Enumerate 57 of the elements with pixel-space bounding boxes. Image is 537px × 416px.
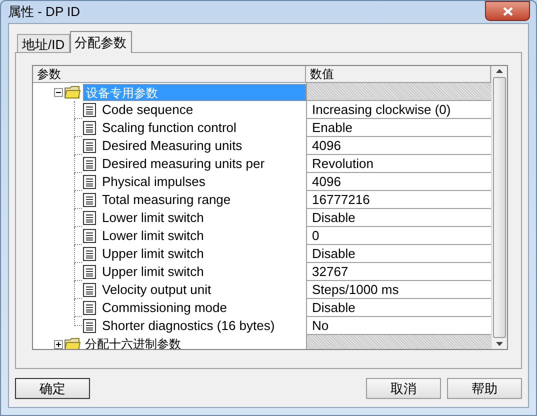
parameter-label: Physical impulses [102,173,206,192]
value-cell[interactable]: Disable [306,209,491,227]
parameter-label: Scaling function control [102,119,236,138]
document-icon [83,319,96,333]
column-header[interactable]: 数值 [306,66,491,83]
expand-toggle[interactable] [54,340,63,348]
parameter-label: Lower limit switch [102,227,204,246]
parameter-label: Commissioning mode [102,299,227,318]
value-cell[interactable]: Disable [306,299,491,317]
value-cell[interactable]: Revolution [306,155,491,173]
parameter-label: Upper limit switch [102,263,204,282]
close-icon [502,6,512,16]
value-cell[interactable]: Steps/1000 ms [306,281,491,299]
value-cell[interactable]: 0 [306,227,491,245]
scrollbar[interactable] [491,66,507,349]
folder-icon [64,85,81,99]
folder-icon [64,337,81,349]
column-header[interactable]: 参数 [33,66,306,83]
document-icon [83,301,96,315]
close-button[interactable] [485,1,530,21]
document-icon [83,121,96,135]
document-icon [83,157,96,171]
dialog-button[interactable]: 确定 [15,378,90,398]
value-cell[interactable]: 4096 [306,173,491,191]
parameter-label: Lower limit switch [102,209,204,228]
parameter-label: Code sequence [102,101,194,120]
value-cell[interactable]: 4096 [306,137,491,155]
document-icon [83,229,96,243]
dialog-button[interactable]: 帮助 [447,378,522,398]
collapse-toggle[interactable] [54,88,63,96]
document-icon [83,103,96,117]
scroll-down-icon[interactable] [496,342,503,346]
tab[interactable]: 地址/ID [17,34,70,52]
document-icon [83,265,96,279]
scroll-thumb[interactable] [493,77,506,338]
parameter-label: Total measuring range [102,191,231,210]
dialog-button[interactable]: 取消 [366,378,441,398]
document-icon [83,283,96,297]
value-cell[interactable]: Increasing clockwise (0) [306,101,491,119]
document-icon [83,139,96,153]
document-icon [83,247,96,261]
tab[interactable]: 分配参数 [70,31,132,53]
document-icon [83,175,96,189]
value-cell[interactable]: Disable [306,245,491,263]
document-icon [83,211,96,225]
value-cell[interactable]: 16777216 [306,191,491,209]
value-cell[interactable]: 32767 [306,263,491,281]
parameter-label: Velocity output unit [102,281,212,300]
value-cell[interactable]: Enable [306,119,491,137]
tree-item[interactable]: 分配十六进制参数 [83,336,183,349]
parameter-label: Desired Measuring units [102,137,242,156]
parameter-label: Desired measuring units per [102,155,265,174]
parameter-label: Upper limit switch [102,245,204,264]
parameter-label: Shorter diagnostics (16 bytes) [102,317,275,336]
document-icon [83,193,96,207]
window-title: 属性 - DP ID [8,3,80,22]
scroll-up-icon[interactable] [496,69,503,73]
